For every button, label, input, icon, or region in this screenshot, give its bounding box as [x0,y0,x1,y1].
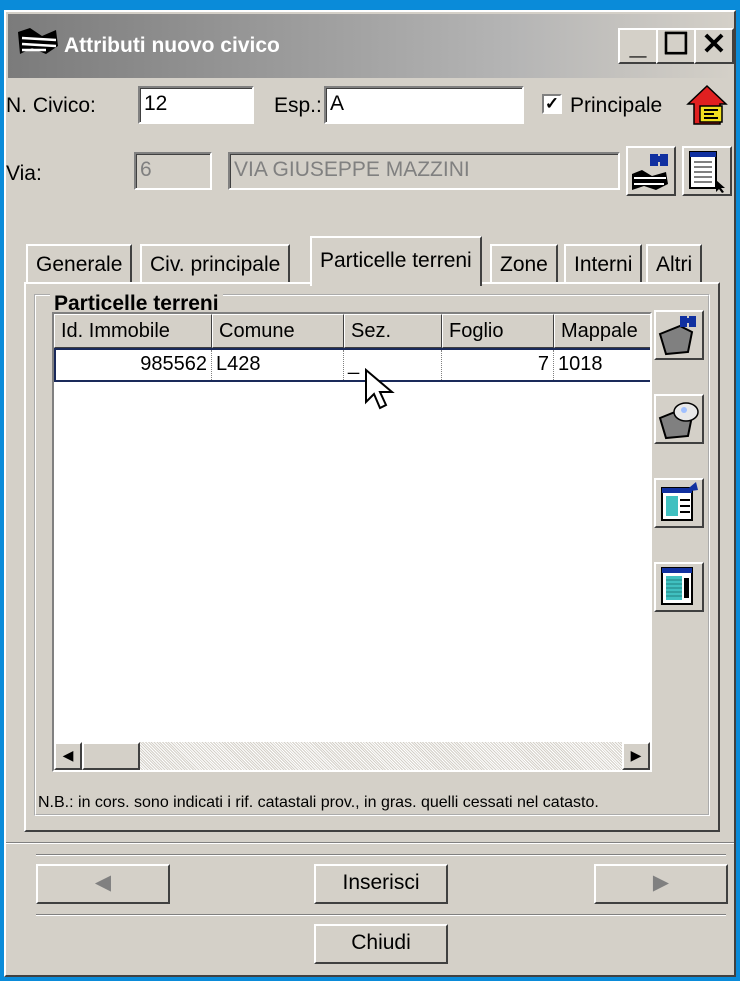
horizontal-scrollbar[interactable]: ◀ ▶ [54,742,650,770]
window-title: Attributi nuovo civico [64,34,280,57]
nav-separator-bottom [36,914,726,916]
column-header-mappale[interactable]: Mappale [554,314,650,348]
tab-civ-principale[interactable]: Civ. principale [140,244,291,284]
cell-foglio: 7 [442,350,554,380]
principale-checkbox[interactable]: ✓ [542,94,562,114]
table-row[interactable]: 985562 L428 _ 7 1018 [54,348,650,382]
record-export-icon [661,482,698,521]
map-roads-icon [18,28,58,54]
column-header-sez[interactable]: Sez. [344,314,442,348]
tab-altri[interactable]: Altri [646,244,703,284]
record-details-button[interactable] [654,562,704,612]
tab-zone[interactable]: Zone [490,244,558,284]
close-button[interactable]: ✕ [694,28,734,64]
street-search-button[interactable] [626,146,676,196]
prev-button[interactable]: ◀ [36,864,170,904]
esp-label: Esp.: [274,94,322,117]
parcel-view-icon [658,402,699,440]
close-dialog-button[interactable]: Chiudi [314,924,448,964]
via-label: Via: [6,162,42,185]
record-details-icon [661,567,693,605]
grid-header: Id. Immobile Comune Sez. Foglio Mappale [54,314,650,348]
tab-interni[interactable]: Interni [564,244,643,284]
scroll-left-button[interactable]: ◀ [54,742,82,770]
mouse-cursor-icon [365,368,395,410]
column-header-comune[interactable]: Comune [212,314,344,348]
via-code-field[interactable]: 6 [134,152,212,190]
esp-field[interactable]: A [324,86,524,124]
minimize-button[interactable]: _ [618,28,658,64]
maximize-button[interactable]: ☐ [656,28,696,64]
bottom-divider [6,842,734,844]
nav-separator-top [36,854,726,856]
cell-id: 985562 [56,350,212,380]
find-parcel-button[interactable] [654,310,704,360]
catasto-note: N.B.: in cors. sono indicati i rif. cata… [38,794,599,811]
particelle-grid[interactable]: Id. Immobile Comune Sez. Foglio Mappale … [52,312,652,772]
edit-record-button[interactable] [654,478,704,528]
civico-field[interactable]: 12 [138,86,254,124]
particelle-groupbox: Particelle terreni Id. Immobile Comune S… [34,292,710,816]
binoculars-parcel-icon [658,316,696,356]
tab-particelle-terreni[interactable]: Particelle terreni [310,236,482,286]
tab-panel: Particelle terreni Id. Immobile Comune S… [24,282,720,832]
view-parcel-button[interactable] [654,394,704,444]
via-name-field[interactable]: VIA GIUSEPPE MAZZINI [228,152,620,190]
principale-label: Principale [570,94,663,117]
column-header-id[interactable]: Id. Immobile [54,314,212,348]
cell-comune: L428 [212,350,344,380]
house-icon[interactable] [686,84,728,128]
title-bar[interactable]: Attributi nuovo civico _ ☐ ✕ [8,14,734,78]
insert-button[interactable]: Inserisci [314,864,448,904]
binoculars-map-icon [632,154,668,190]
column-header-foglio[interactable]: Foglio [442,314,554,348]
dialog-window: Attributi nuovo civico _ ☐ ✕ N. Civico: … [4,10,736,977]
civico-label: N. Civico: [6,94,96,117]
tab-generale[interactable]: Generale [26,244,133,284]
scroll-right-button[interactable]: ▶ [622,742,650,770]
cell-mappale: 1018 [558,353,603,375]
scroll-thumb[interactable] [82,742,140,770]
next-button[interactable]: ▶ [594,864,728,904]
document-select-button[interactable] [682,146,732,196]
document-cursor-icon [689,151,725,193]
